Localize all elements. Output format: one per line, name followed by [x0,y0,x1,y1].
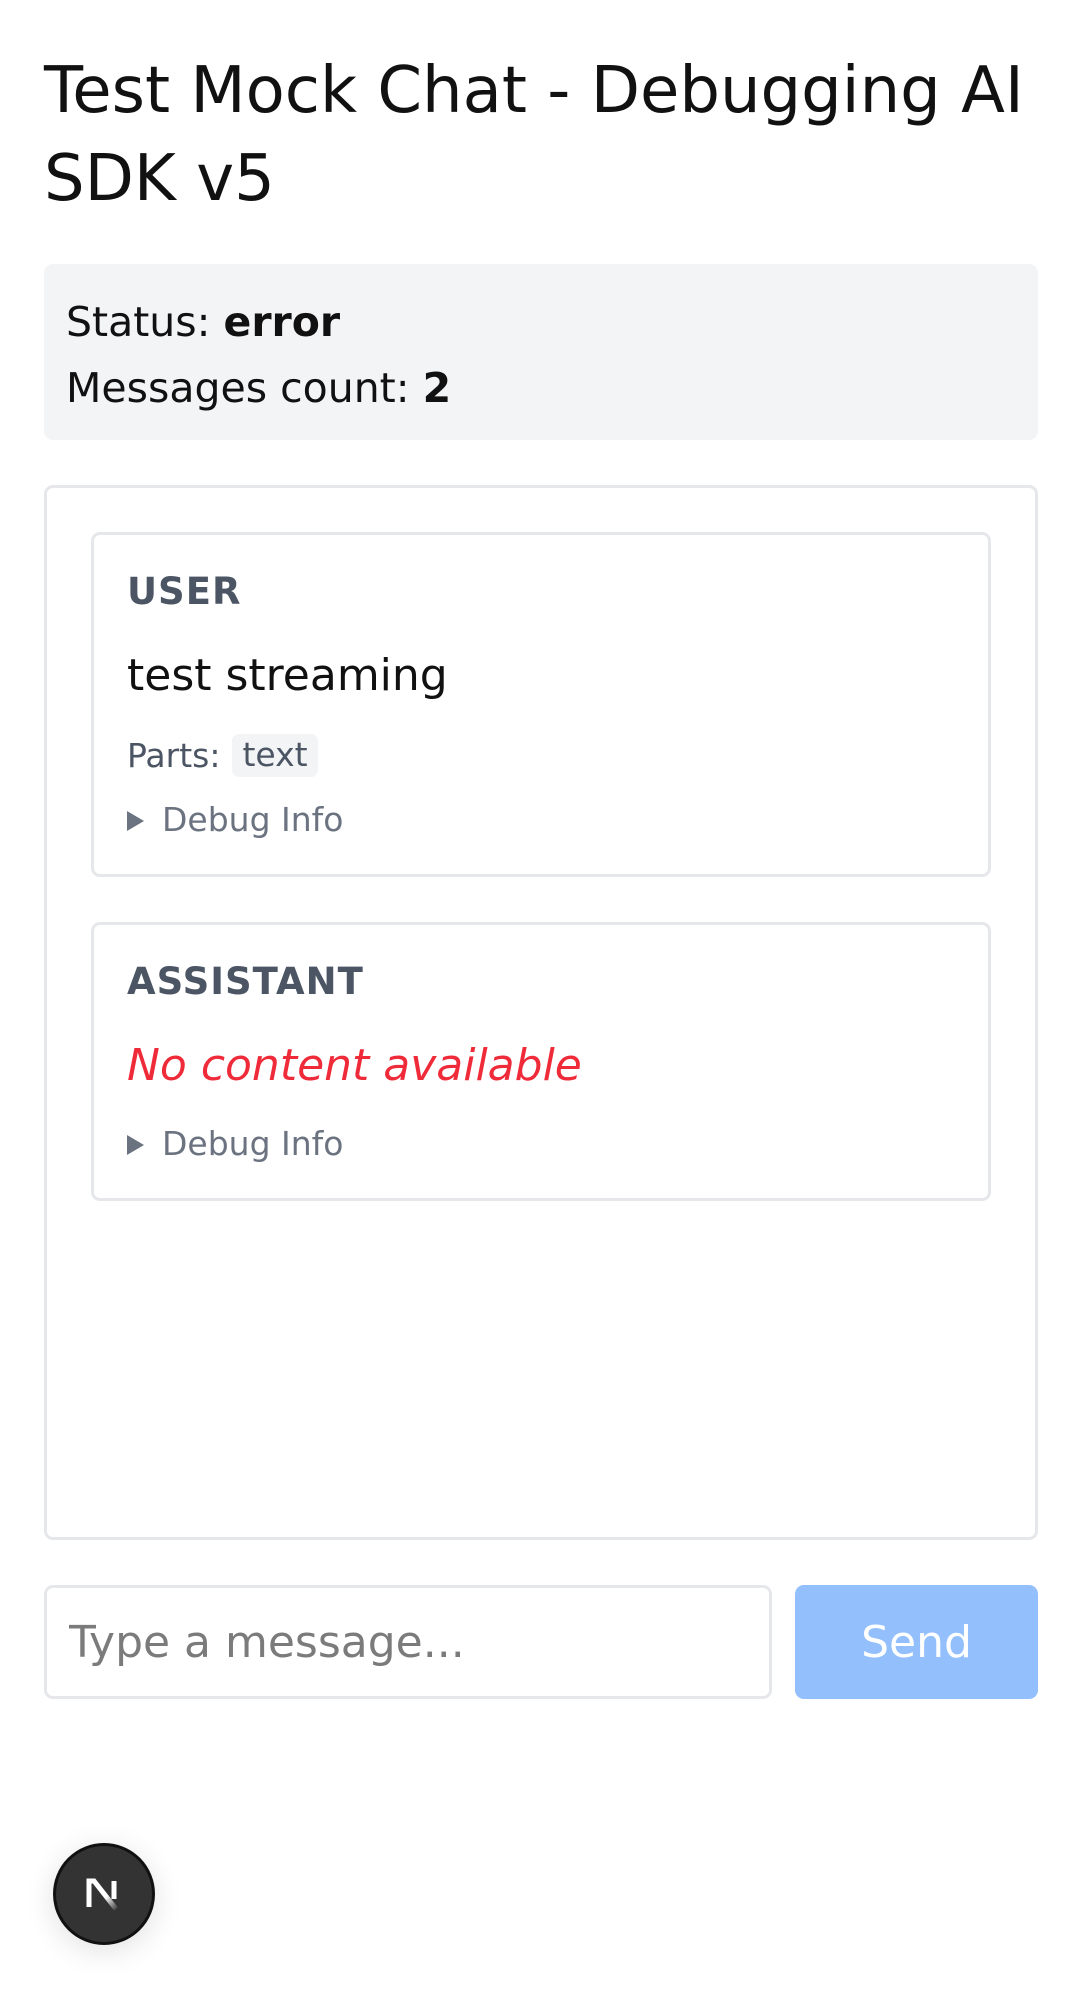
disclosure-triangle-icon [127,810,144,831]
messages-count-line: Messages count: 2 [66,355,1016,421]
messages-count-label: Messages count: [66,364,410,412]
message-parts: Parts: text [127,734,318,777]
debug-info-label: Debug Info [162,800,344,839]
nextjs-dev-badge[interactable] [53,1843,155,1945]
message-role-label: USER [127,570,242,613]
part-tag: text [232,734,318,777]
send-button[interactable]: Send [795,1585,1038,1699]
status-panel: Status: error Messages count: 2 [44,264,1038,440]
message-list[interactable]: USER test streaming Parts: text Debug In… [44,485,1038,1540]
nextjs-logo-icon [86,1878,118,1911]
status-label: Status: [66,298,211,346]
composer: Send [44,1585,1038,1699]
message-role-label: ASSISTANT [127,960,364,1003]
messages-count-value: 2 [422,364,452,412]
assistant-message-card: ASSISTANT No content available Debug Inf… [91,922,991,1201]
debug-info-label: Debug Info [162,1124,344,1163]
page-title: Test Mock Chat - Debugging AI SDK v5 [44,54,1024,216]
disclosure-triangle-icon [127,1134,144,1155]
message-text: test streaming [127,650,448,701]
parts-label: Parts: [127,736,221,775]
status-value: error [223,298,341,346]
status-line: Status: error [66,289,1016,355]
user-message-card: USER test streaming Parts: text Debug In… [91,532,991,877]
debug-info-toggle[interactable]: Debug Info [127,800,343,839]
debug-info-toggle[interactable]: Debug Info [127,1124,343,1163]
no-content-notice: No content available [127,1040,582,1091]
message-input[interactable] [44,1585,772,1699]
